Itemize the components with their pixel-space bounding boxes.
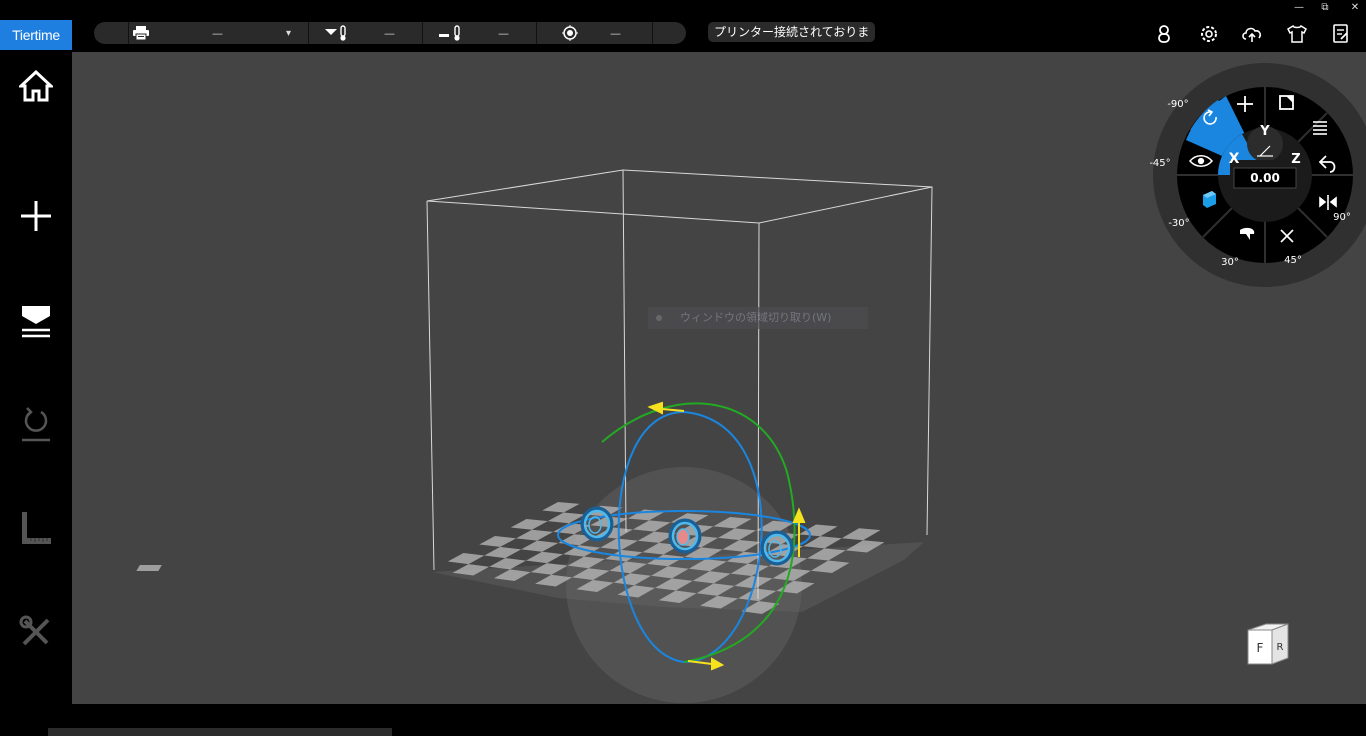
calibrate-icon	[22, 407, 50, 442]
restore-button[interactable]: ⧉	[1312, 0, 1338, 14]
checker-tile	[798, 524, 838, 537]
checker-tile	[447, 553, 485, 565]
preset-neg30[interactable]: -30°	[1168, 218, 1189, 229]
chevron-down-icon[interactable]: ▾	[286, 28, 291, 39]
sidebar-item-print[interactable]	[12, 296, 60, 344]
printer-value: —	[212, 26, 223, 40]
platform-temperature: —	[422, 22, 537, 44]
radial-rotate-menu: 0.00 X Y Z -90° -45° -30° 30° 45° 90°	[1150, 63, 1366, 287]
axis-x-label[interactable]: X	[1229, 151, 1240, 167]
tools-icon	[19, 615, 50, 646]
axis-y-label[interactable]: Y	[1259, 124, 1270, 139]
tshirt-icon[interactable]	[1285, 22, 1309, 46]
nozzle-temp-value: —	[384, 26, 395, 40]
cloud-icon[interactable]	[1240, 22, 1264, 46]
home-icon	[19, 69, 53, 102]
checker-tile	[841, 528, 881, 541]
document-icon[interactable]	[1329, 22, 1353, 46]
view-cube-right-label: R	[1277, 642, 1284, 653]
ruler-icon	[22, 512, 51, 544]
sidebar-item-tools[interactable]	[12, 608, 60, 656]
menu-bullet-icon	[656, 315, 662, 321]
top-toolbar: Tiertime — ▾ — — — プリンター接続されておりま	[0, 14, 1366, 52]
checker-tile	[510, 519, 548, 530]
preset-pos90[interactable]: 90°	[1333, 212, 1351, 223]
window-title-bar: — ⧉ ✕	[0, 0, 1366, 14]
3d-viewport[interactable]: F R ウィンドウの領域切り取り(W) 0.00 X Y Z -90° -45°…	[72, 52, 1366, 704]
preset-neg90[interactable]: -90°	[1167, 99, 1188, 110]
printer-icon	[132, 25, 150, 44]
left-sidebar	[0, 52, 72, 704]
printer-status-bar: — ▾ — — —	[94, 22, 686, 44]
settings-icon[interactable]	[1197, 22, 1221, 46]
sidebar-item-home[interactable]	[12, 62, 60, 110]
checker-tile	[484, 546, 522, 559]
preset-neg45[interactable]: -45°	[1150, 158, 1171, 169]
ghost-menu-label: ウィンドウの領域切り取り(W)	[680, 311, 832, 324]
preset-pos30[interactable]: 30°	[1221, 257, 1239, 268]
taskbar-slot	[48, 728, 392, 736]
app-logo[interactable]: Tiertime	[0, 20, 72, 50]
view-cube-front-label: F	[1257, 641, 1264, 655]
checker-tile	[516, 529, 554, 541]
angle-value: 0.00	[1250, 171, 1280, 185]
sidebar-item-calibrate[interactable]	[12, 400, 60, 448]
target-value: —	[610, 26, 621, 40]
print-icon	[22, 306, 50, 338]
minimize-button[interactable]: —	[1286, 0, 1312, 14]
checker-tile	[479, 536, 517, 547]
target-status: —	[536, 22, 653, 44]
plus-icon	[21, 201, 51, 231]
sidebar-item-add[interactable]	[12, 192, 60, 240]
connection-status: プリンター接続されておりま	[708, 22, 876, 42]
platform-thermometer-icon	[438, 25, 464, 44]
nozzle-temperature: —	[308, 22, 423, 44]
close-button[interactable]: ✕	[1342, 0, 1366, 14]
checker-tile	[526, 551, 564, 564]
target-icon	[562, 25, 578, 44]
nozzle-thermometer-icon	[324, 25, 350, 44]
checker-tile	[521, 540, 559, 552]
ghost-context-menu: ウィンドウの領域切り取り(W)	[648, 307, 868, 329]
printer-selector[interactable]: — ▾	[128, 22, 309, 44]
preset-pos45[interactable]: 45°	[1284, 255, 1302, 266]
platform-temp-value: —	[498, 26, 509, 40]
build-plate	[136, 542, 924, 612]
sidebar-item-measure[interactable]	[12, 504, 60, 552]
account-icon[interactable]	[1152, 22, 1176, 46]
axis-z-label[interactable]: Z	[1291, 152, 1300, 167]
checker-tile	[542, 502, 580, 513]
view-cube[interactable]: F R	[1247, 623, 1289, 665]
status-pill-start	[94, 22, 129, 44]
